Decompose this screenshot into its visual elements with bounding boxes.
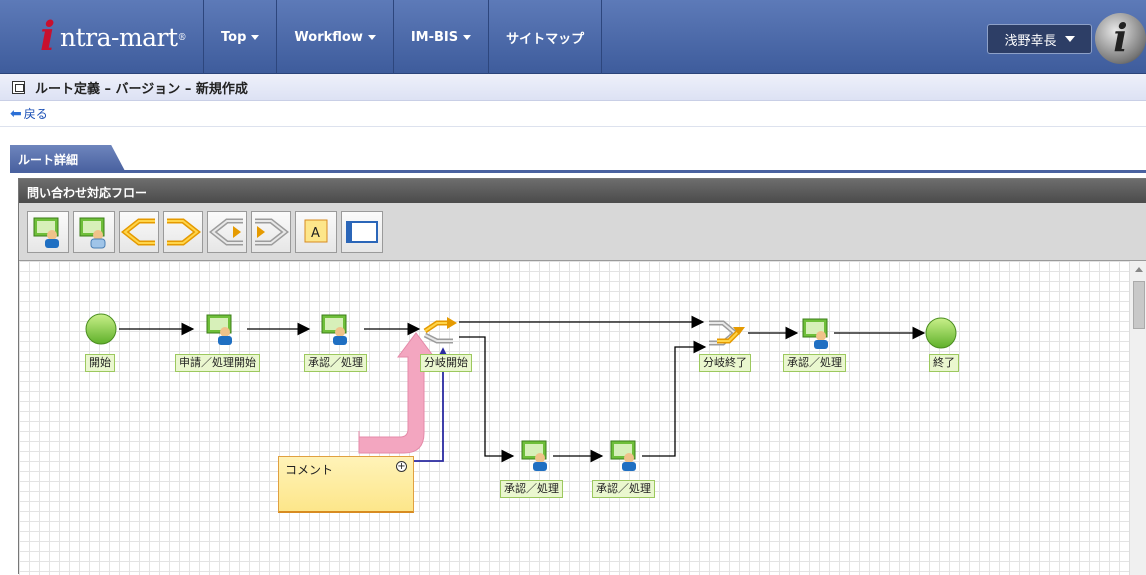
- parallel-start-icon: [209, 218, 243, 245]
- user-task-icon: [33, 217, 59, 248]
- highlight-arrow: [358, 332, 435, 454]
- flow-diagram: [85, 313, 957, 471]
- menu-top[interactable]: Top: [203, 0, 276, 74]
- branch-start-node[interactable]: [423, 317, 457, 344]
- back-link[interactable]: 戻る: [24, 105, 48, 122]
- node-label-approve[interactable]: 承認／処理: [304, 354, 367, 372]
- page-title: ルート定義 – バージョン – 新規作成: [35, 81, 248, 97]
- node-label-branch-start[interactable]: 分岐開始: [420, 354, 472, 372]
- user-task-node[interactable]: [521, 440, 547, 471]
- svg-text:A: A: [311, 226, 320, 241]
- comment-box-icon: [346, 220, 378, 243]
- user-menu-button[interactable]: 浅野幸長: [987, 24, 1092, 54]
- text-label-tool[interactable]: A: [295, 210, 337, 253]
- scroll-up-icon[interactable]: [1135, 267, 1143, 272]
- flow-canvas[interactable]: 開始 申請／処理開始 承認／処理 分岐開始 分岐終了 承認／処理 終了 承認／処…: [19, 261, 1129, 575]
- logo-text: ntra-mart®: [60, 23, 187, 52]
- chevron-down-icon: [251, 34, 260, 40]
- logo-i-glyph: i: [40, 13, 56, 60]
- node-label-start[interactable]: 開始: [85, 354, 115, 372]
- main-menu: Top Workflow IM-BIS サイトマップ: [203, 0, 603, 74]
- branch-end-node[interactable]: [709, 320, 745, 346]
- user-task-node[interactable]: [321, 314, 347, 345]
- node-label-apply[interactable]: 申請／処理開始: [175, 354, 260, 372]
- avatar[interactable]: i: [1095, 13, 1146, 64]
- chevron-down-icon: [367, 34, 376, 40]
- user-task-node[interactable]: [610, 440, 636, 471]
- user-task-alt-tool[interactable]: [73, 210, 115, 253]
- start-node[interactable]: [85, 313, 117, 345]
- parallel-end-icon: [255, 218, 289, 245]
- connector-approve4-merge: [642, 340, 707, 457]
- node-label-approve[interactable]: 承認／処理: [592, 480, 655, 498]
- user-task-node[interactable]: [802, 318, 828, 349]
- tab-route-detail[interactable]: ルート詳細: [10, 145, 125, 171]
- tab-underline: [10, 170, 1146, 173]
- user-task-tool[interactable]: [27, 210, 69, 253]
- intra-mart-logo[interactable]: i ntra-mart®: [40, 14, 190, 60]
- comment-box-tool[interactable]: [341, 210, 383, 253]
- node-palette-toolbar: A: [19, 203, 1146, 261]
- menu-sitemap[interactable]: サイトマップ: [488, 0, 603, 74]
- parallel-end-tool[interactable]: [251, 210, 291, 253]
- comment-text: コメント: [285, 463, 334, 477]
- flow-name-header: 問い合わせ対応フロー: [19, 179, 1146, 203]
- text-label-icon: A: [304, 219, 328, 242]
- branch-start-tool[interactable]: [119, 210, 159, 253]
- parallel-start-tool[interactable]: [207, 210, 247, 253]
- vertical-scrollbar[interactable]: [1129, 261, 1146, 575]
- back-bar: ⬅ 戻る: [0, 101, 1146, 127]
- menu-workflow[interactable]: Workflow: [276, 0, 392, 74]
- connectors: [119, 315, 926, 463]
- branch-end-icon: [167, 218, 201, 245]
- page-header: ルート定義 – バージョン – 新規作成: [0, 74, 1146, 101]
- node-label-branch-end[interactable]: 分岐終了: [699, 354, 751, 372]
- branch-start-icon: [121, 218, 155, 245]
- window-icon: [12, 80, 25, 94]
- branch-end-tool[interactable]: [163, 210, 203, 253]
- user-task-node[interactable]: [206, 314, 232, 345]
- end-node[interactable]: [925, 317, 957, 349]
- node-label-approve[interactable]: 承認／処理: [500, 480, 563, 498]
- scroll-thumb[interactable]: [1133, 281, 1145, 329]
- user-task-alt-icon: [79, 217, 106, 248]
- menu-im-bis[interactable]: IM-BIS: [392, 0, 488, 74]
- route-editor-panel: 問い合わせ対応フロー A 開始 申請／処理開始 承認／処理 分岐開始 分岐終了 …: [18, 178, 1146, 575]
- top-navigation-bar: i ntra-mart® Top Workflow IM-BIS サイトマップ …: [0, 0, 1146, 74]
- comment-box[interactable]: コメント +: [278, 456, 414, 513]
- node-label-end[interactable]: 終了: [929, 354, 959, 372]
- link-plus-icon[interactable]: +: [396, 461, 407, 472]
- node-label-approve[interactable]: 承認／処理: [783, 354, 846, 372]
- chevron-down-icon: [463, 34, 472, 40]
- user-name: 浅野幸長: [1004, 33, 1057, 49]
- chevron-down-icon: [1064, 36, 1075, 42]
- back-arrow-icon[interactable]: ⬅: [10, 106, 22, 122]
